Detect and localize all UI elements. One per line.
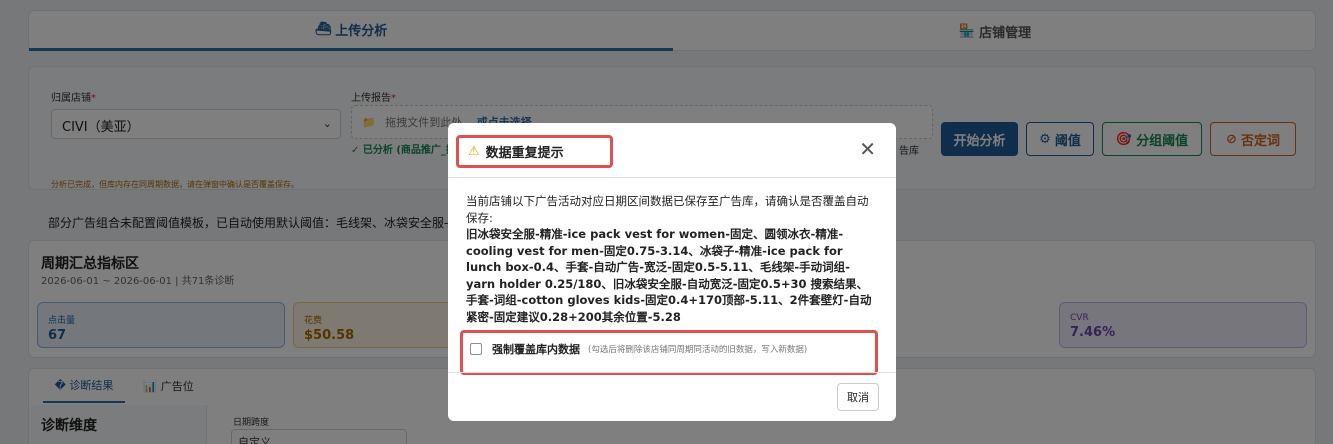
duplicate-data-modal: ⚠ 数据重复提示 ✕ 当前店铺以下广告活动对应日期区间数据已保存至广告库，请确认…: [448, 123, 896, 421]
cancel-button[interactable]: 取消: [837, 383, 879, 411]
close-icon[interactable]: ✕: [859, 139, 876, 159]
duplicate-campaign-list: 旧冰袋安全服-精准-ice pack vest for women-固定、圆领冰…: [466, 227, 872, 324]
title-highlight-box: [456, 135, 613, 168]
modal-footer: 取消: [448, 372, 896, 421]
force-overwrite-hint: (勾选后将删除该店铺同周期同活动的旧数据，写入新数据): [588, 345, 808, 355]
modal-intro: 当前店铺以下广告活动对应日期区间数据已保存至广告库，请确认是否覆盖自动保存:: [466, 194, 869, 225]
modal-header: ⚠ 数据重复提示 ✕: [448, 123, 896, 178]
force-overwrite-label: 强制覆盖库内数据: [492, 343, 580, 356]
modal-body: 当前店铺以下广告活动对应日期区间数据已保存至广告库，请确认是否覆盖自动保存: 旧…: [466, 193, 878, 325]
force-overwrite-option[interactable]: 强制覆盖库内数据 (勾选后将删除该店铺同周期同活动的旧数据，写入新数据): [470, 341, 807, 357]
force-overwrite-checkbox[interactable]: [470, 343, 482, 355]
